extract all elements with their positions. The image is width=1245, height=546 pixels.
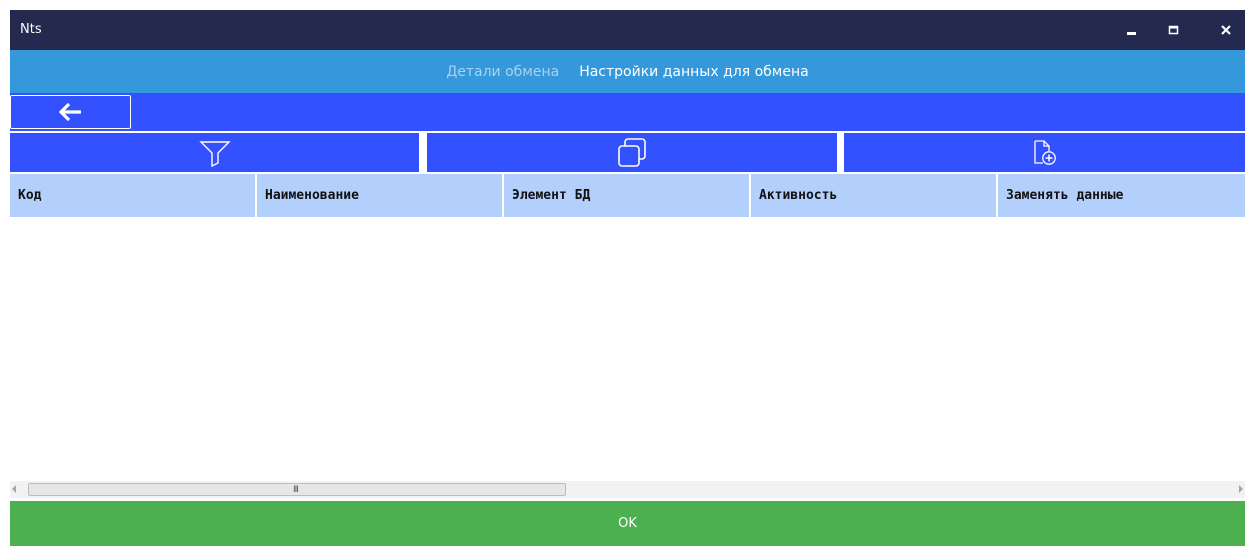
grid-header: Код Наименование Элемент БД Активность З… [10,174,1245,217]
column-header-db-element[interactable]: Элемент БД [504,174,751,217]
scroll-grip: III [293,485,299,495]
tab-exchange-details[interactable]: Детали обмена [436,64,569,80]
tab-bar: Детали обмена Настройки данных для обмен… [10,50,1245,93]
filter-button[interactable] [10,133,419,172]
tab-exchange-data-settings[interactable]: Настройки данных для обмена [569,64,818,80]
ok-button[interactable]: OK [10,501,1245,546]
scroll-thumb[interactable]: III [28,483,566,496]
maximize-button[interactable] [1156,10,1192,50]
window-title: Nts [20,22,42,37]
column-header-name[interactable]: Наименование [257,174,504,217]
arrow-left-icon [58,102,81,122]
grid-body [10,217,1245,479]
scroll-left-icon[interactable] [12,485,16,493]
close-icon [1221,25,1231,35]
copy-icon [618,137,646,167]
toolbar [10,131,1245,173]
scroll-right-icon[interactable] [1239,485,1243,493]
copy-button[interactable] [427,133,837,172]
back-button[interactable] [10,95,131,129]
toolbar-divider [839,131,843,173]
column-header-activity[interactable]: Активность [751,174,998,217]
maximize-icon [1168,25,1179,35]
minimize-button[interactable] [1114,10,1150,50]
minimize-icon [1127,32,1136,35]
add-document-button[interactable] [844,133,1245,172]
horizontal-scrollbar[interactable]: III [10,481,1245,498]
navigation-bar [10,93,1245,131]
window-titlebar: Nts [10,10,1245,50]
column-header-code[interactable]: Код [10,174,257,217]
filter-icon [198,140,231,167]
add-document-icon [1033,139,1056,165]
close-button[interactable] [1208,10,1244,50]
column-header-replace-data[interactable]: Заменять данные [998,174,1245,217]
toolbar-divider [422,131,426,173]
